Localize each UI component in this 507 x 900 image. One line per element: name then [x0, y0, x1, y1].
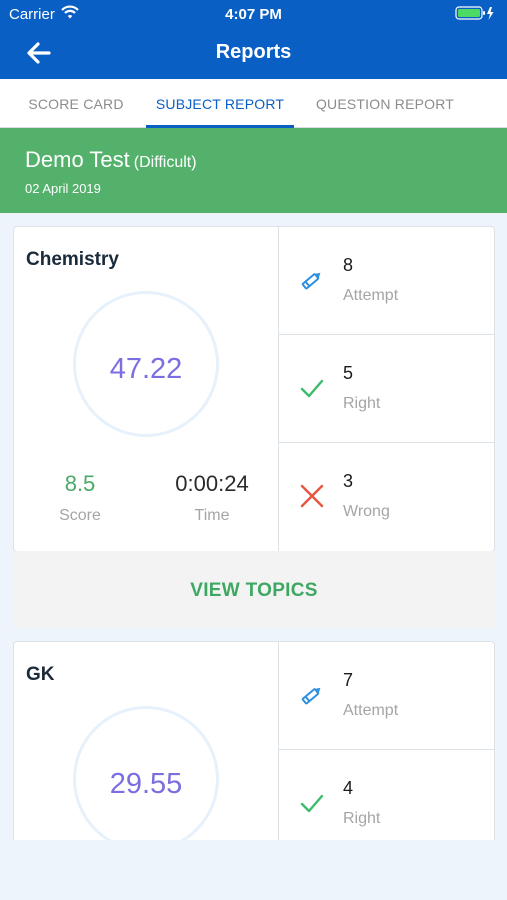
- time-stat: 0:00:24 Time: [146, 471, 278, 525]
- subject-card-chemistry: Chemistry 47.22 8.5 Score 0:00:24 Time 8…: [13, 226, 495, 552]
- test-title: Demo Test (Difficult): [25, 147, 197, 173]
- subject-summary: Chemistry 47.22 8.5 Score 0:00:24 Time: [14, 227, 279, 551]
- right-count: 5: [343, 363, 354, 383]
- wrong-cell: 3 Wrong: [279, 443, 494, 551]
- status-time: 4:07 PM: [225, 6, 282, 23]
- subject-card-gk: GK 29.55 7 Attempt 4 Right: [13, 641, 495, 840]
- percentage-value: 47.22: [109, 353, 183, 385]
- battery-icon: [455, 6, 494, 20]
- time-value: 0:00:24: [175, 471, 249, 496]
- percentage-ring: 47.22: [73, 291, 219, 437]
- checkmark-icon: [300, 794, 324, 813]
- view-topics-button[interactable]: VIEW TOPICS: [13, 551, 495, 628]
- right-label: Right: [343, 810, 381, 827]
- subject-name: Chemistry: [26, 249, 119, 270]
- score-label: Score: [59, 507, 101, 524]
- attempt-cell: 8 Attempt: [279, 227, 494, 335]
- test-name: Demo Test: [25, 147, 130, 172]
- time-label: Time: [194, 507, 230, 524]
- nav-bar: Reports: [0, 28, 507, 79]
- attempt-count: 7: [343, 670, 354, 690]
- tab-subject-report[interactable]: SUBJECT REPORT: [146, 79, 294, 128]
- pencil-icon: [301, 272, 321, 290]
- right-label: Right: [343, 395, 381, 412]
- attempt-count: 8: [343, 255, 354, 275]
- score-stat: 8.5 Score: [14, 471, 146, 525]
- test-difficulty: (Difficult): [133, 154, 197, 171]
- back-arrow-icon[interactable]: [22, 36, 56, 70]
- attempt-label: Attempt: [343, 702, 399, 719]
- pencil-icon: [301, 687, 321, 705]
- app-header: Carrier 4:07 PM Reports: [0, 0, 507, 79]
- percentage-ring: 29.55: [73, 706, 219, 840]
- percentage-value: 29.55: [109, 768, 183, 800]
- cross-icon: [300, 484, 324, 508]
- right-cell: 5 Right: [279, 335, 494, 443]
- attempt-cell: 7 Attempt: [279, 642, 494, 750]
- page-title: Reports: [215, 41, 292, 63]
- right-cell: 4 Right: [279, 750, 494, 840]
- attempt-label: Attempt: [343, 287, 399, 304]
- right-count: 4: [343, 778, 354, 798]
- test-date: 02 April 2019: [25, 181, 101, 196]
- wrong-label: Wrong: [343, 503, 390, 520]
- tab-question-report[interactable]: QUESTION REPORT: [307, 79, 463, 127]
- test-banner: Demo Test (Difficult) 02 April 2019: [0, 128, 507, 213]
- tab-score-card[interactable]: SCORE CARD: [13, 79, 139, 127]
- subject-name: GK: [26, 664, 55, 685]
- status-bar: Carrier 4:07 PM: [0, 0, 507, 28]
- report-tabs: SCORE CARD SUBJECT REPORT QUESTION REPOR…: [0, 79, 507, 128]
- wrong-count: 3: [343, 471, 354, 491]
- score-value: 8.5: [64, 471, 96, 496]
- checkmark-icon: [300, 379, 324, 398]
- subject-summary: GK 29.55: [14, 642, 279, 840]
